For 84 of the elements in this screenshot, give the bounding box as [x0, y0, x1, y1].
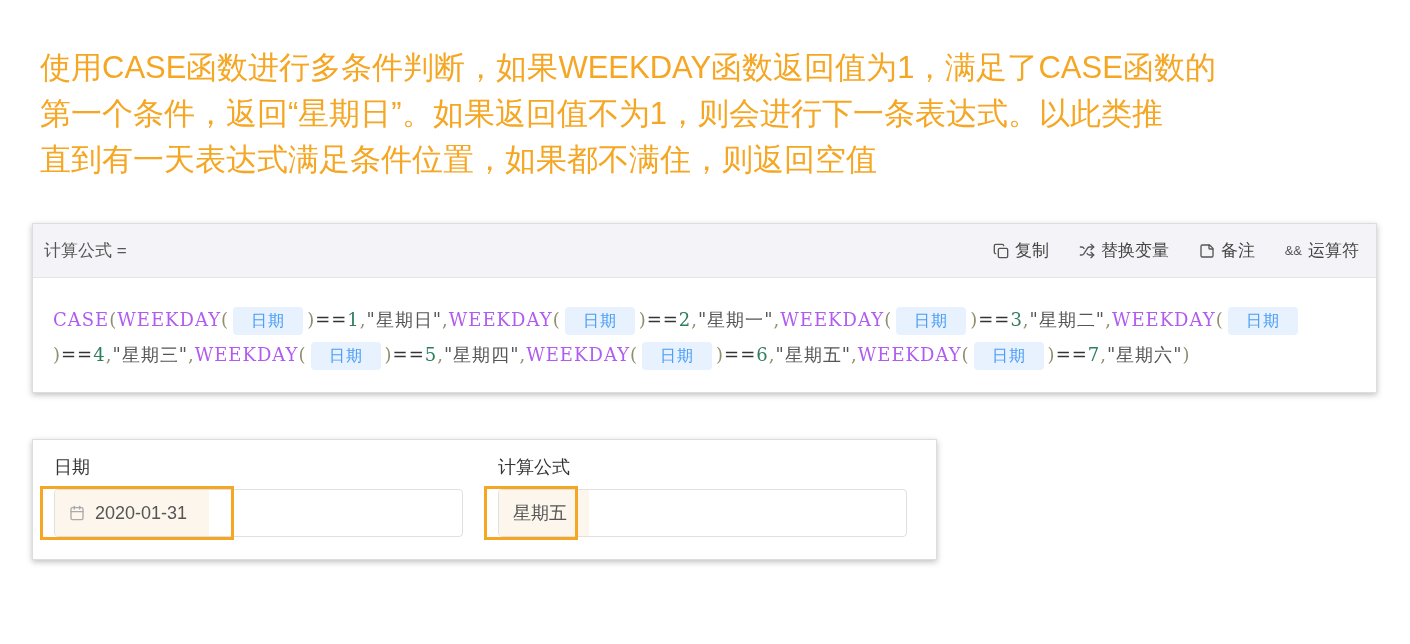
formula-token: 5	[424, 344, 438, 365]
formula-token: (	[552, 309, 561, 330]
field-value: 2020-01-31	[95, 501, 188, 525]
formula-token: )	[1182, 344, 1191, 365]
formula-token: WEEKDAY	[526, 344, 631, 365]
formula-token: ,	[768, 344, 776, 365]
formula-token: "星期四"	[443, 344, 520, 365]
formula-token: ==	[724, 344, 757, 365]
formula-token: ,	[359, 309, 367, 330]
headline-text: 第一个条件，返回“星期日”。如果返回值不为1，则会进行下一条表达式。以此类推	[40, 95, 1163, 133]
toolbar-button[interactable]: 复制	[992, 237, 1049, 264]
variable-tag: 日期	[1227, 307, 1298, 335]
toolbar-button[interactable]: 替换变量	[1078, 237, 1169, 264]
formula-token: "星期三"	[112, 344, 188, 365]
copy-icon	[992, 242, 1009, 259]
variable-tag: 日期	[233, 307, 304, 335]
formula-token: "星期一"	[698, 309, 774, 330]
variable-tag: 日期	[310, 342, 381, 370]
formula-token: ,	[851, 344, 858, 365]
formula-token: WEEKDAY	[117, 309, 222, 330]
formula-token: )	[307, 309, 316, 330]
formula-token: (	[298, 344, 307, 365]
variable-tag: 日期	[973, 342, 1044, 370]
formula-token: ,	[691, 309, 699, 330]
formula-token: ==	[1055, 344, 1088, 365]
formula-token: )	[1047, 344, 1056, 365]
variable-tag: 日期	[564, 307, 635, 335]
editor-title: 计算公式 =	[44, 239, 127, 262]
formula-token: ==	[978, 309, 1011, 330]
variable-tag: 日期	[642, 342, 713, 370]
formula-token: 3	[1010, 309, 1023, 330]
formula-token: (	[221, 309, 230, 330]
formula-token: ,	[1100, 344, 1107, 365]
headline-text: 直到有一天表达式满足条件位置，如果都不满住，则返回空值	[40, 141, 877, 179]
formula-token: ,	[442, 309, 449, 330]
formula-token: "星期二"	[1029, 309, 1106, 330]
formula-token: )	[384, 344, 393, 365]
formula-token: ==	[646, 309, 679, 330]
formula-token: "星期日"	[366, 309, 443, 330]
formula-token: ,	[1022, 309, 1030, 330]
formula-token: ==	[61, 344, 94, 365]
formula-token: 4	[93, 344, 106, 365]
formula-token: WEEKDAY	[857, 344, 962, 365]
formula-token: 1	[347, 309, 360, 330]
formula-token: (	[109, 309, 118, 330]
toolbar-button[interactable]: 备注	[1198, 237, 1255, 264]
field-value: 星期五	[513, 501, 567, 525]
formula-token: (	[1215, 309, 1224, 330]
swap-icon	[1078, 242, 1095, 259]
field-label: 计算公式	[498, 456, 571, 479]
formula-token: ,	[437, 344, 444, 365]
headline-text: 使用CASE函数进行多条件判断，如果WEEKDAY函数返回值为1，满足了CASE函数的	[40, 49, 1216, 87]
formula-token: WEEKDAY	[1111, 309, 1216, 330]
formula-token: CASE	[53, 309, 110, 330]
formula-token: )	[716, 344, 725, 365]
ampersand-icon: &&	[1284, 240, 1302, 261]
calendar-icon	[69, 505, 85, 521]
note-icon	[1198, 242, 1215, 259]
formula-token: )	[970, 309, 979, 330]
formula-token: WEEKDAY	[194, 344, 299, 365]
formula-token: ,	[187, 344, 195, 365]
formula-token: (	[630, 344, 639, 365]
formula-token: "星期五"	[775, 344, 851, 365]
formula-token: ==	[392, 344, 425, 365]
formula-token: 6	[756, 344, 769, 365]
formula-token: ,	[1105, 309, 1112, 330]
formula-token: "星期六"	[1107, 344, 1183, 365]
formula-token: ,	[773, 309, 781, 330]
formula-token: )	[53, 344, 62, 365]
formula-token: WEEKDAY	[448, 309, 553, 330]
formula-token: ,	[519, 344, 527, 365]
formula-token: )	[638, 309, 647, 330]
formula-token: ,	[105, 344, 113, 365]
formula-token: (	[884, 309, 893, 330]
result-field[interactable]: 星期五	[498, 489, 907, 537]
variable-tag: 日期	[896, 307, 967, 335]
formula-token: 2	[678, 309, 692, 330]
toolbar-button[interactable]: && 运算符	[1284, 237, 1359, 264]
formula-token: (	[961, 344, 970, 365]
field-label: 日期	[54, 456, 91, 479]
formula-token: 7	[1087, 344, 1101, 365]
date-field[interactable]: 2020-01-31	[54, 489, 463, 537]
formula-token: ==	[315, 309, 348, 330]
formula-token: WEEKDAY	[780, 309, 885, 330]
